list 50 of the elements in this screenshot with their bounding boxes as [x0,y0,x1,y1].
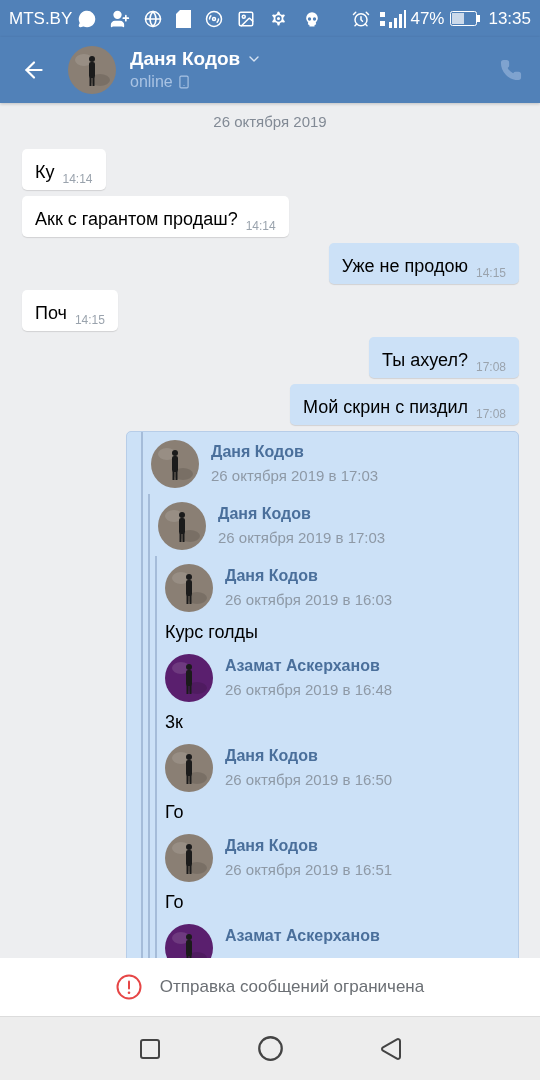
author-name[interactable]: Азамат Аскерханов [225,924,380,947]
battery-icon [450,11,481,26]
signal-icon [380,9,407,28]
author-name[interactable]: Азамат Аскерханов [225,654,393,677]
message-time: 14:14 [245,217,276,234]
forward-date: 26 октября 2019 в 16:50 [225,769,393,790]
phone-icon [176,75,191,89]
forward-date: 26 октября 2019 в 17:03 [211,465,379,486]
message-text: Уже не продою [341,254,468,278]
home-button[interactable] [256,1035,284,1062]
message-text: Ку [35,160,55,184]
message-text: Го [165,800,185,824]
message-text: Ты ахуел? [382,348,468,372]
contact-status: online [130,72,173,92]
restriction-notice: Отправка сообщений ограничена [159,976,425,999]
globe-icon [144,9,163,28]
date-divider: 26 октября 2019 [213,112,327,132]
message-text: 3к [165,710,184,734]
author-name[interactable]: Даня Кодов [218,502,386,525]
image-icon [237,9,256,28]
forward-date: 26 октября 2019 в 16:51 [225,859,393,880]
forward-date: 26 октября 2019 в 16:48 [225,679,393,700]
author-name[interactable]: Даня Кодов [225,564,393,587]
recents-button[interactable] [137,1036,162,1061]
message-text: Поч [35,301,67,325]
sd-card-icon [176,9,192,28]
message-text: Акк с гарантом продаш? [35,207,238,231]
alert-icon [115,974,142,1000]
message-text: Го [165,890,185,914]
message-time: 14:14 [62,170,93,187]
author-name[interactable]: Даня Кодов [225,744,393,767]
disc-icon [205,9,224,28]
add-user-icon [110,8,131,29]
battery-percent: 47% [410,7,445,30]
clock-time: 13:35 [488,7,531,30]
alarm-icon [352,9,371,28]
message-time: 17:08 [475,405,506,422]
forward-date: 26 октября 2019 в 17:03 [218,527,386,548]
forward-date: 26 октября 2019 в 16:03 [225,589,393,610]
chat-icon [78,9,97,28]
message-text: Мой скрин с пиздил [303,395,468,419]
message-time: 14:15 [475,264,506,281]
message-time: 17:08 [475,358,506,375]
contact-name[interactable]: Даня Кодов [130,47,241,71]
message-text: Курс голды [165,620,260,644]
carrier-name: MTS.BY [9,7,73,30]
author-name[interactable]: Даня Кодов [211,440,379,463]
back-nav-button[interactable] [378,1036,403,1061]
author-name[interactable]: Даня Кодов [225,834,393,857]
message-time: 14:15 [74,311,105,328]
